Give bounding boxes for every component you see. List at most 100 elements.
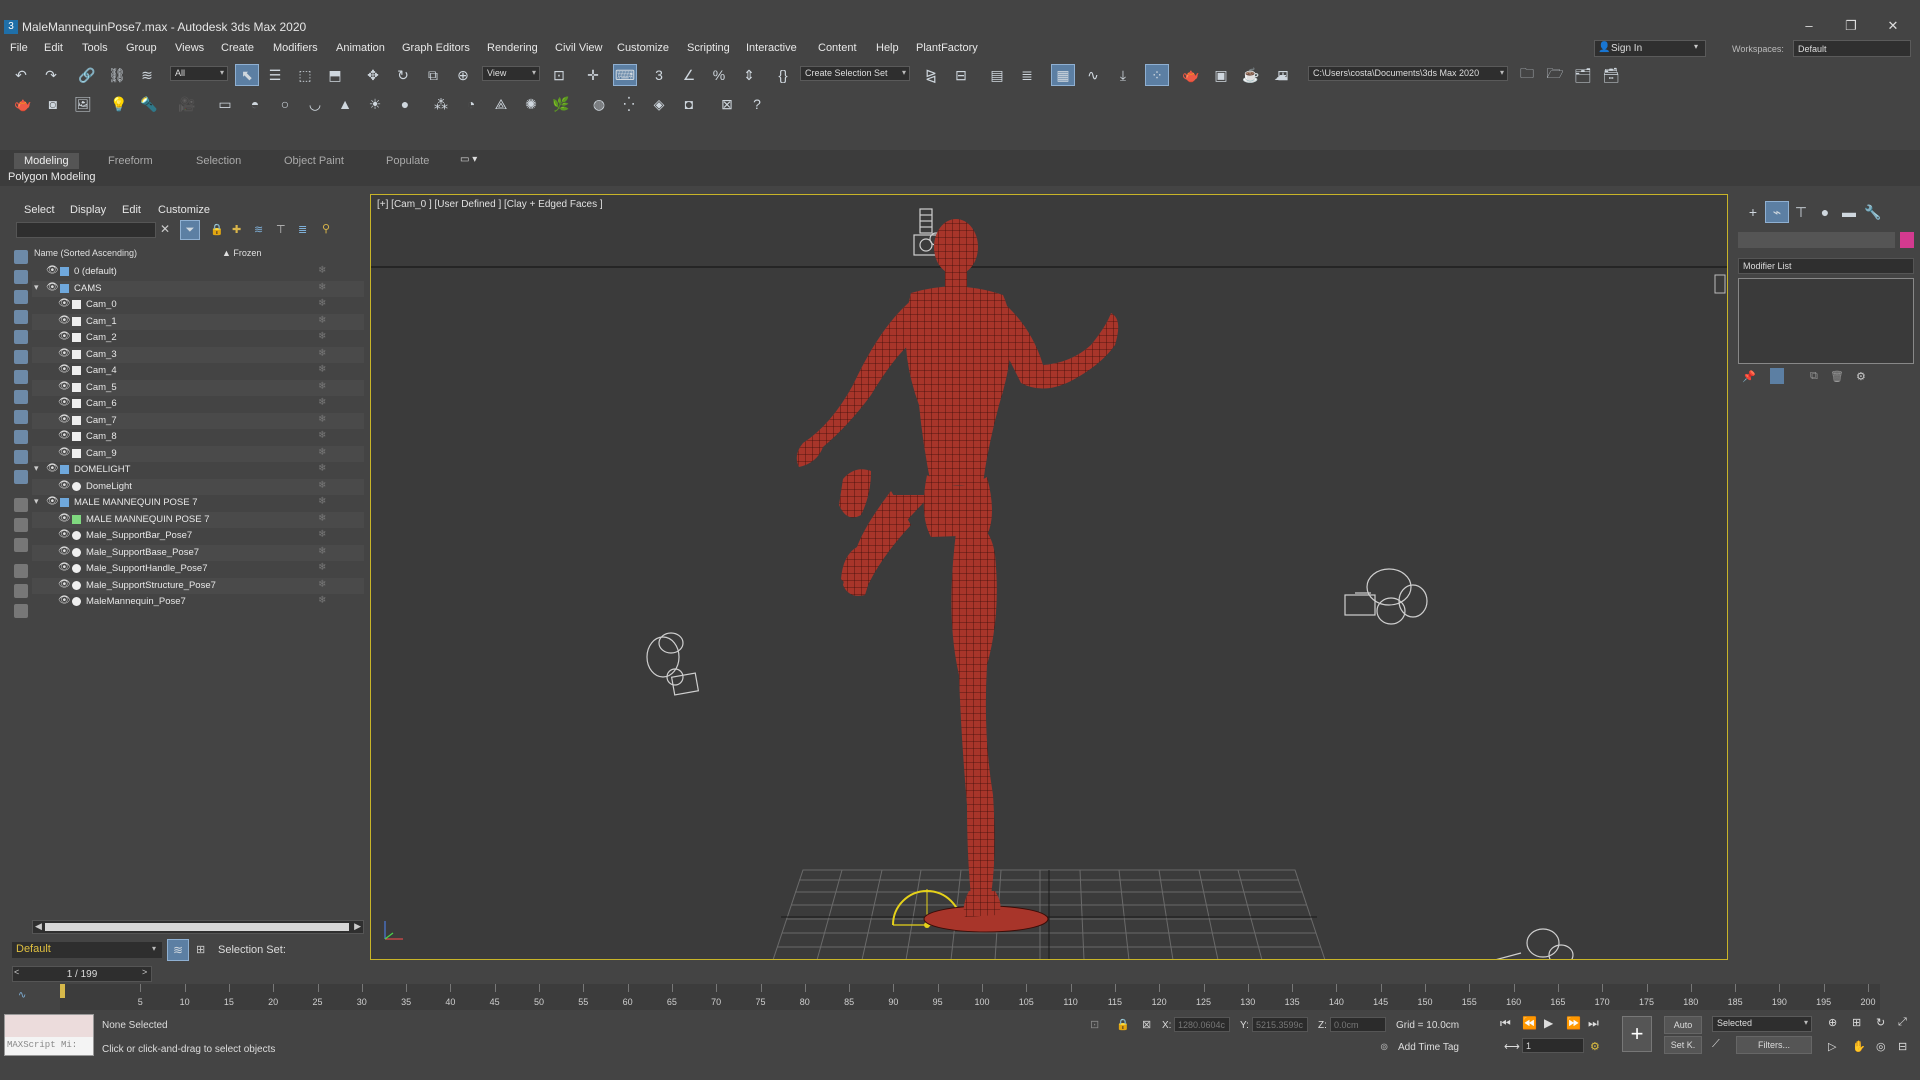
filter-spacewarps-icon[interactable] — [14, 350, 28, 364]
menu-animation[interactable]: Animation — [336, 42, 385, 54]
create-icon[interactable]: + — [1742, 202, 1764, 222]
display-all-icon[interactable] — [14, 498, 28, 512]
tree-row[interactable]: 👁 Cam_8 ❄ — [32, 429, 364, 446]
set-key-toggle-button[interactable]: Set K. — [1664, 1036, 1702, 1054]
tab-selection[interactable]: Selection — [186, 153, 251, 169]
pin-stack-icon[interactable]: 📌 — [1742, 370, 1756, 383]
named-selection-dropdown[interactable]: Create Selection Set — [800, 66, 910, 81]
tree-row[interactable]: 👁 MaleMannequin_Pose7 ❄ — [32, 594, 364, 611]
freeze-toggle-icon[interactable]: ❄ — [318, 463, 326, 474]
plant-icon[interactable]: 🌿 — [550, 94, 572, 114]
plane-icon[interactable]: ▭ — [214, 94, 236, 114]
tree-row[interactable]: 👁 Cam_2 ❄ — [32, 330, 364, 347]
stack-icon[interactable]: ≣ — [298, 223, 307, 236]
material-sphere-icon[interactable]: ◍ — [588, 94, 610, 114]
explorer-menu-customize[interactable]: Customize — [158, 204, 210, 216]
next-frame-play-icon[interactable]: ⏩ — [1566, 1016, 1581, 1030]
goto-end-icon[interactable]: ⏭ — [1588, 1016, 1599, 1031]
hierarchy-icon[interactable]: ⊤ — [1790, 202, 1812, 222]
filter-shapes-icon[interactable] — [14, 270, 28, 284]
visibility-eye-icon[interactable]: 👁 — [58, 364, 71, 375]
freeze-toggle-icon[interactable]: ❄ — [318, 265, 326, 276]
zoom-icon[interactable]: ⊕ — [1828, 1016, 1837, 1029]
orbit-icon[interactable]: ↻ — [1876, 1016, 1885, 1029]
menu-civil-view[interactable]: Civil View — [555, 42, 602, 54]
ribbon-panel-label[interactable]: Polygon Modeling — [8, 171, 95, 183]
image-icon[interactable]: 🖼 — [72, 94, 94, 114]
explorer-menu-display[interactable]: Display — [70, 204, 106, 216]
schematic-view-icon[interactable]: ⤓ — [1112, 65, 1134, 85]
filter-xrefs-icon[interactable] — [14, 390, 28, 404]
keyboard-shortcut-override-icon[interactable]: ⌨ — [613, 64, 637, 86]
tab-freeform[interactable]: Freeform — [98, 153, 163, 169]
filter-cameras-icon[interactable] — [14, 310, 28, 324]
column-name-header[interactable]: Name (Sorted Ascending) — [34, 248, 137, 258]
multi-material-icon[interactable]: ⁛ — [618, 94, 640, 114]
key-filter-selection-dropdown[interactable]: Selected — [1712, 1016, 1812, 1032]
filter-helpers-icon[interactable] — [14, 330, 28, 344]
dome-icon[interactable]: ◓ — [244, 94, 266, 114]
percent-snap-icon[interactable]: % — [708, 65, 730, 85]
minimize-icon[interactable]: – — [1794, 18, 1824, 34]
angle-snap-icon[interactable]: ∠ — [678, 65, 700, 85]
lights-icon[interactable]: 💡 — [108, 94, 130, 114]
modify-icon[interactable]: ⌁ — [1765, 201, 1789, 223]
select-object-icon[interactable]: ⬉ — [235, 64, 259, 86]
freeze-toggle-icon[interactable]: ❄ — [318, 447, 326, 458]
bowl-icon[interactable]: ◡ — [304, 94, 326, 114]
key-tangent-icon[interactable]: ⟋ — [1712, 1038, 1720, 1051]
visibility-eye-icon[interactable]: 👁 — [46, 496, 59, 507]
modifier-stack[interactable] — [1738, 278, 1914, 364]
selection-lock-icon[interactable]: 🔒 — [1116, 1018, 1130, 1031]
select-by-name-icon[interactable]: ☰ — [264, 65, 286, 85]
maxscript-input[interactable]: MAXScript Mi: — [5, 1037, 93, 1055]
visibility-eye-icon[interactable]: 👁 — [58, 546, 71, 557]
workspace-dropdown[interactable]: Default — [1793, 40, 1911, 57]
ribbon-options-icon[interactable]: ▭ ▾ — [460, 154, 477, 165]
tree-row[interactable]: ▾ 👁 CAMS ❄ — [32, 280, 364, 297]
explorer-search-input[interactable] — [16, 222, 156, 238]
freeze-toggle-icon[interactable]: ❄ — [318, 562, 326, 573]
z-coordinate-field[interactable]: 0.0cm — [1330, 1017, 1386, 1032]
freeze-toggle-icon[interactable]: ❄ — [318, 331, 326, 342]
display-invert-icon[interactable] — [14, 538, 28, 552]
menu-graph-editors[interactable]: Graph Editors — [402, 42, 470, 54]
freeze-toggle-icon[interactable]: ❄ — [318, 579, 326, 590]
hierarchy-icon[interactable]: ⊤ — [276, 223, 286, 236]
tree-row[interactable]: 👁 Male_SupportHandle_Pose7 ❄ — [32, 561, 364, 578]
funnel-add-icon[interactable] — [14, 584, 28, 598]
undo-icon[interactable]: ↶ — [10, 65, 32, 85]
auto-key-button[interactable]: Auto — [1664, 1016, 1702, 1034]
visibility-eye-icon[interactable]: 👁 — [58, 513, 71, 524]
scroll-left-icon[interactable]: ◀ — [35, 921, 42, 932]
expand-arrow-icon[interactable]: ▾ — [34, 496, 39, 507]
motion-icon[interactable]: ● — [1814, 202, 1836, 222]
fur-icon[interactable]: ✺ — [520, 94, 542, 114]
rotate-icon[interactable]: ↻ — [392, 65, 414, 85]
render-setup-icon[interactable]: 🫖 — [1180, 65, 1202, 85]
next-frame-icon[interactable]: > — [142, 967, 147, 977]
remove-modifier-icon[interactable]: 🗑 — [1830, 370, 1844, 383]
restore-icon[interactable]: ❐ — [1836, 18, 1866, 34]
menu-group[interactable]: Group — [126, 42, 157, 54]
tree-row[interactable]: 👁 Cam_1 ❄ — [32, 313, 364, 330]
render-production-icon[interactable]: ☕ — [1240, 65, 1262, 85]
freeze-toggle-icon[interactable]: ❄ — [318, 315, 326, 326]
goto-start-icon[interactable]: ⏮ — [1500, 1016, 1511, 1031]
menu-edit[interactable]: Edit — [44, 42, 63, 54]
layer-explorer-icon[interactable]: ≣ — [1016, 65, 1038, 85]
spotlight-icon[interactable]: 🔦 — [138, 94, 160, 114]
zoom-all-icon[interactable]: ⊞ — [1852, 1016, 1861, 1029]
freeze-toggle-icon[interactable]: ❄ — [318, 529, 326, 540]
sphere-icon[interactable]: ● — [394, 94, 416, 114]
sync-selection-icon[interactable]: ⚲ — [322, 222, 330, 235]
explorer-menu-select[interactable]: Select — [24, 204, 55, 216]
tree-row[interactable]: 👁 Cam_4 ❄ — [32, 363, 364, 380]
close-icon[interactable]: ✕ — [1878, 18, 1908, 34]
filter-geometry-icon[interactable] — [14, 250, 28, 264]
tab-object-paint[interactable]: Object Paint — [274, 153, 354, 169]
tree-row[interactable]: ▾ 👁 DOMELIGHT ❄ — [32, 462, 364, 479]
visibility-eye-icon[interactable]: 👁 — [58, 480, 71, 491]
lock-icon[interactable]: 🔒 — [210, 223, 224, 236]
explorer-horizontal-scrollbar[interactable]: ◀ ▶ — [32, 920, 364, 934]
